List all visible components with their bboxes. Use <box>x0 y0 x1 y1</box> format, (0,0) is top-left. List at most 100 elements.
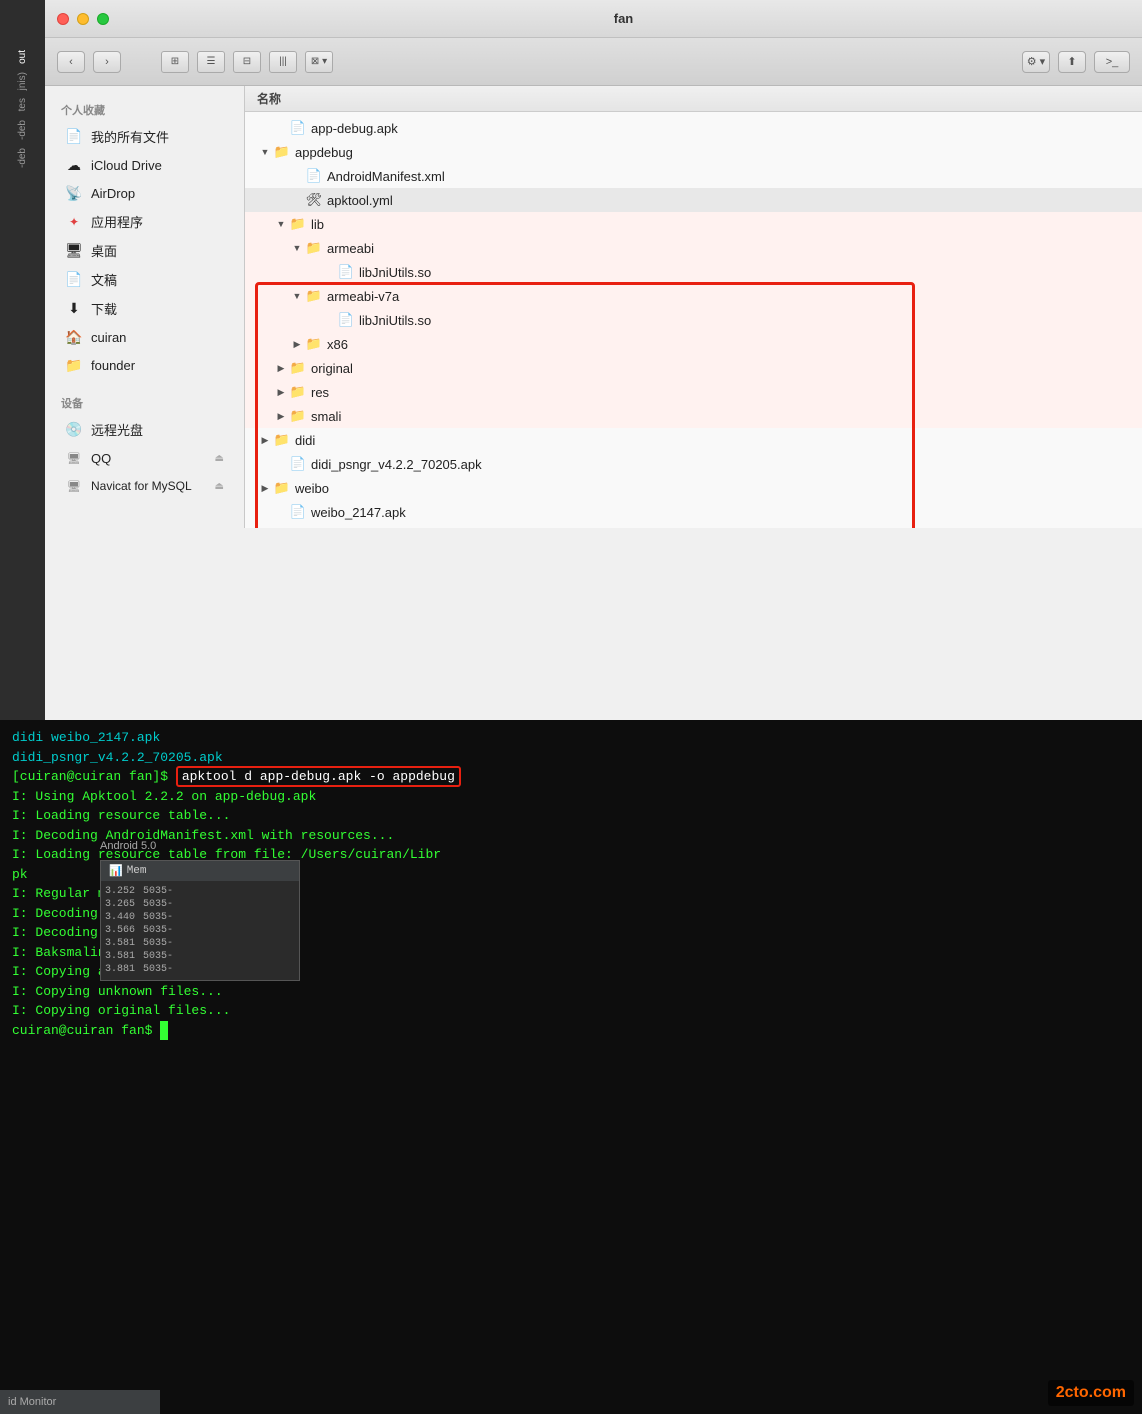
file-name: armeabi <box>327 241 374 256</box>
term-prompt: [cuiran@cuiran fan]$ <box>12 769 176 784</box>
sidebar-item-remote-disc[interactable]: 💿 远程光盘 <box>49 415 240 444</box>
file-icon: 📄 <box>289 455 307 473</box>
term-cursor <box>160 1021 168 1041</box>
navicat-eject[interactable]: ⏏ <box>215 481 224 492</box>
file-item-didi-apk[interactable]: 📄 didi_psngr_v4.2.2_70205.apk <box>245 452 1142 476</box>
sidebar-item-navicat[interactable]: 🖥 Navicat for MySQL ⏏ <box>49 472 240 500</box>
file-item-x86[interactable]: ▶ 📁 x86 <box>245 332 1142 356</box>
sidebar-item-founder[interactable]: 📁 founder <box>49 351 240 379</box>
strip-label-out[interactable]: out <box>17 50 28 64</box>
file-item-smali[interactable]: ▶ 📁 smali <box>245 404 1142 428</box>
file-name: didi_psngr_v4.2.2_70205.apk <box>311 457 482 472</box>
file-item-apktool[interactable]: 🛠 apktool.yml <box>245 188 1142 212</box>
term-text: I: Copying original files... <box>12 1003 230 1018</box>
sidebar-item-cuiran[interactable]: 🏠 cuiran <box>49 323 240 351</box>
file-item-weibo[interactable]: ▶ 📁 weibo <box>245 476 1142 500</box>
file-item-res[interactable]: ▶ 📁 res <box>245 380 1142 404</box>
disclosure-expanded[interactable]: ▼ <box>273 216 289 232</box>
term-text: I: Using Apktool 2.2.2 on app-debug.apk <box>12 789 316 804</box>
favorites-section-label: 个人收藏 <box>45 94 244 122</box>
sidebar-item-icloud[interactable]: ☁ iCloud Drive <box>49 151 240 179</box>
close-button[interactable] <box>57 13 69 25</box>
term-line-didi: didi weibo_2147.apk <box>12 728 1130 748</box>
strip-label-tes[interactable]: tes <box>17 98 28 111</box>
sidebar-item-downloads[interactable]: ⬇ 下载 <box>49 294 240 323</box>
view-icon-btn[interactable]: ⊞ <box>161 51 189 73</box>
view-coverflow-btn[interactable]: ||| <box>269 51 297 73</box>
file-item-didi[interactable]: ▶ 📁 didi <box>245 428 1142 452</box>
view-list-btn[interactable]: ☰ <box>197 51 225 73</box>
file-icon: 📄 <box>337 263 355 281</box>
minimize-button[interactable] <box>77 13 89 25</box>
file-name: x86 <box>327 337 348 352</box>
apps-icon: ✦ <box>65 213 83 231</box>
file-name: weibo_2147.apk <box>311 505 406 520</box>
navicat-icon: 🖥 <box>65 477 83 495</box>
gear-button[interactable]: ⚙ ▾ <box>1022 51 1050 73</box>
sidebar-item-airdrop[interactable]: 📡 AirDrop <box>49 179 240 207</box>
file-item-libjni1[interactable]: 📄 libJniUtils.so <box>245 260 1142 284</box>
disclosure-collapsed[interactable]: ▶ <box>273 408 289 424</box>
forward-button[interactable]: › <box>93 51 121 73</box>
devices-section-label: 设备 <box>45 387 244 415</box>
file-name: libJniUtils.so <box>359 265 431 280</box>
folder-icon: 📁 <box>289 359 307 377</box>
maximize-button[interactable] <box>97 13 109 25</box>
share-button[interactable]: ⬆ <box>1058 51 1086 73</box>
disclosure-expanded[interactable]: ▼ <box>289 240 305 256</box>
watermark: 2cto.com <box>1048 1380 1134 1406</box>
disclosure-collapsed[interactable]: ▶ <box>257 480 273 496</box>
mem-row: 3.8815035- <box>105 963 295 976</box>
file-item-armeabi[interactable]: ▼ 📁 armeabi <box>245 236 1142 260</box>
file-name: app-debug.apk <box>311 121 398 136</box>
disclosure-collapsed[interactable]: ▶ <box>273 384 289 400</box>
cuiran-icon: 🏠 <box>65 328 83 346</box>
sidebar-item-label: founder <box>91 358 135 373</box>
view-action-btn[interactable]: ⊠ ▾ <box>305 51 333 73</box>
disclosure-collapsed[interactable]: ▶ <box>273 360 289 376</box>
sidebar-item-apps[interactable]: ✦ 应用程序 <box>49 207 240 236</box>
downloads-icon: ⬇ <box>65 300 83 318</box>
file-item-app-debug[interactable]: 📄 app-debug.apk <box>245 116 1142 140</box>
file-name: armeabi-v7a <box>327 289 399 304</box>
disclosure-expanded[interactable]: ▼ <box>289 288 305 304</box>
term-command-highlighted: apktool d app-debug.apk -o appdebug <box>176 766 461 787</box>
file-item-appdebug[interactable]: ▼ 📁 appdebug <box>245 140 1142 164</box>
disclosure-expanded[interactable]: ▼ <box>257 144 273 160</box>
strip-label-jnis[interactable]: jnis) <box>17 72 28 90</box>
mem-row: 3.2655035- <box>105 898 295 911</box>
file-item-libjni2[interactable]: 📄 libJniUtils.so <box>245 308 1142 332</box>
term-text: weibo_2147.apk <box>51 730 160 745</box>
disclosure-collapsed[interactable]: ▶ <box>257 432 273 448</box>
founder-icon: 📁 <box>65 356 83 374</box>
sidebar-item-documents[interactable]: 📄 文稿 <box>49 265 240 294</box>
sidebar-item-qq[interactable]: 🖥 QQ ⏏ <box>49 444 240 472</box>
disclosure-collapsed[interactable]: ▶ <box>289 336 305 352</box>
terminal-button[interactable]: >_ <box>1094 51 1130 73</box>
mem-row: 3.4405035- <box>105 911 295 924</box>
term-text: I: Decoding AndroidManifest.xml with res… <box>12 828 394 843</box>
term-line-original: I: Copying original files... <box>12 1001 1130 1021</box>
folder-icon: 📁 <box>305 239 323 257</box>
sidebar-item-label: 我的所有文件 <box>91 127 169 146</box>
file-item-lib[interactable]: ▼ 📁 lib <box>245 212 1142 236</box>
sidebar-item-label: 远程光盘 <box>91 420 143 439</box>
file-item-armeabi-v7a[interactable]: ▼ 📁 armeabi-v7a <box>245 284 1142 308</box>
file-item-weibo-apk[interactable]: 📄 weibo_2147.apk <box>245 500 1142 524</box>
sidebar-item-desktop[interactable]: 🖥 桌面 <box>49 236 240 265</box>
icloud-icon: ☁ <box>65 156 83 174</box>
disclosure-empty <box>289 192 305 208</box>
sidebar-item-label: 文稿 <box>91 270 117 289</box>
sidebar-item-all-files[interactable]: 📄 我的所有文件 <box>49 122 240 151</box>
term-line-loading1: I: Loading resource table... <box>12 806 1130 826</box>
back-button[interactable]: ‹ <box>57 51 85 73</box>
file-item-androidmanifest[interactable]: 📄 AndroidManifest.xml <box>245 164 1142 188</box>
file-item-original[interactable]: ▶ 📁 original <box>245 356 1142 380</box>
term-text: didi_psngr_v4.2.2_70205.apk <box>12 750 223 765</box>
airdrop-icon: 📡 <box>65 184 83 202</box>
strip-label-deb1[interactable]: -deb <box>17 120 28 140</box>
strip-label-deb2[interactable]: -deb <box>17 148 28 168</box>
view-columns-btn[interactable]: ⊟ <box>233 51 261 73</box>
qq-eject[interactable]: ⏏ <box>215 453 224 464</box>
window-title: fan <box>117 11 1130 26</box>
